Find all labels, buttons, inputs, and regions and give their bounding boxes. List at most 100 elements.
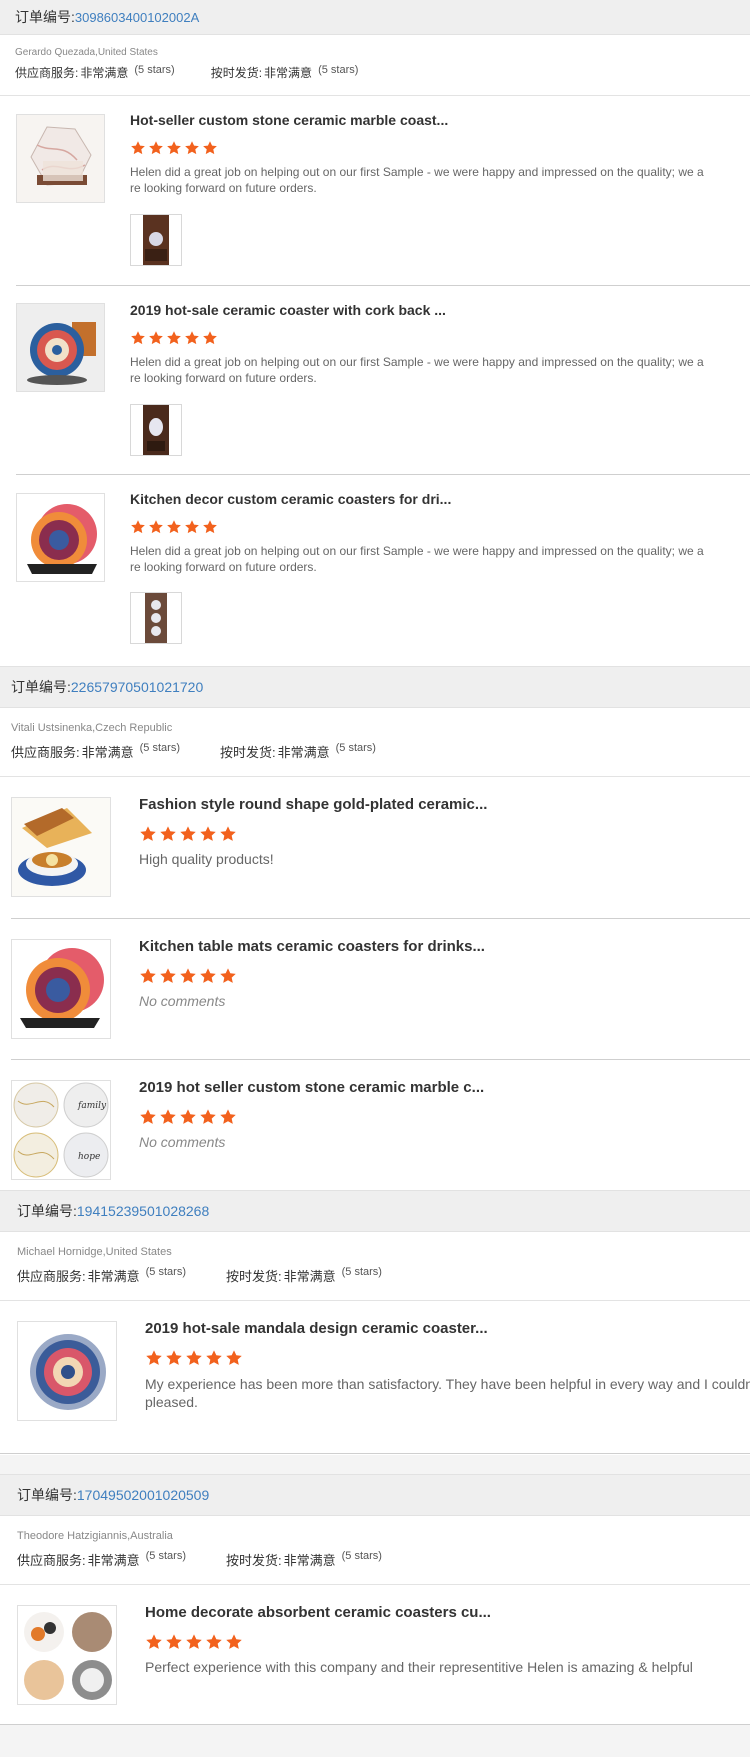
star-icon <box>131 331 145 345</box>
coaster-text: family <box>77 1101 107 1111</box>
star-icon <box>185 520 199 534</box>
order-block: 订单编号: 3098603400102002A Gerardo Quezada,… <box>0 0 750 665</box>
review-photo-image <box>131 215 181 265</box>
star-icon <box>180 826 196 841</box>
product-title-link[interactable]: 2019 hot seller custom stone ceramic mar… <box>139 1079 484 1096</box>
star-icon <box>167 520 181 534</box>
order-header: 订单编号: 3098603400102002A <box>0 0 750 35</box>
review-comment-line: re looking forward on future orders. <box>130 181 317 195</box>
review-comment: Helen did a great job on helping out on … <box>130 543 730 575</box>
star-icon <box>167 141 181 155</box>
star-icon <box>220 968 236 983</box>
supplier-service-stars: (5 stars) <box>134 64 175 76</box>
supplier-service-stars: (5 stars) <box>145 1266 186 1278</box>
star-icon <box>200 826 216 841</box>
review-photo-2[interactable] <box>130 404 182 456</box>
mandala-holder-thumb[interactable] <box>16 493 105 582</box>
review-comment-line: pleased. <box>145 1394 198 1410</box>
supplier-service-value: 非常满意 <box>80 66 129 80</box>
product-title-link[interactable]: 2019 hot-sale mandala design ceramic coa… <box>145 1320 488 1337</box>
review-item: 2019 hot-sale mandala design ceramic coa… <box>0 1301 750 1454</box>
product-title-link[interactable]: Home decorate absorbent ceramic coasters… <box>145 1604 491 1621</box>
star-icon <box>203 331 217 345</box>
review-comment: My experience has been more than satisfa… <box>145 1375 750 1411</box>
star-icon <box>131 141 145 155</box>
shipping-value: 非常满意 <box>283 1269 336 1284</box>
product-title-link[interactable]: 2019 hot-sale ceramic coaster with cork … <box>130 302 446 318</box>
product-title-link[interactable]: Kitchen table mats ceramic coasters for … <box>139 938 485 955</box>
order-block: 订单编号: 17049502001020509 Theodore Hatzigi… <box>0 1474 750 1757</box>
review-comment: High quality products! <box>139 851 274 867</box>
cat-coasters-image <box>18 1606 116 1704</box>
star-rating <box>130 330 220 346</box>
star-icon <box>226 1350 242 1365</box>
star-rating <box>139 967 239 985</box>
review-comment-line: Helen did a great job on helping out on … <box>130 544 704 558</box>
review-item: Hot-seller custom stone ceramic marble c… <box>0 96 750 286</box>
star-icon <box>220 826 236 841</box>
buyer-info: Gerardo Quezada,United States 供应商服务: 非常满… <box>15 44 735 81</box>
shipping-label: 按时发货: <box>210 66 263 80</box>
order-number-link[interactable]: 17049502001020509 <box>77 1487 209 1503</box>
mandala-coaster-thumb[interactable] <box>11 939 111 1039</box>
rating-summary: 供应商服务: 非常满意 (5 stars) 按时发货: 非常满意 (5 star… <box>15 64 735 81</box>
rating-summary: 供应商服务: 非常满意 (5 stars) 按时发货: 非常满意 (5 star… <box>17 1550 742 1569</box>
coaster-text: hope <box>78 1152 100 1162</box>
shipping-label: 按时发货: <box>225 1553 282 1568</box>
supplier-service-value: 非常满意 <box>87 1269 140 1284</box>
star-icon <box>185 141 199 155</box>
order-block: 订单编号: 19415239501028268 Michael Hornidge… <box>0 1190 750 1455</box>
buyer-name: Michael Hornidge,United States <box>17 1246 172 1258</box>
mandala-coaster-image <box>17 304 104 391</box>
shipping-value: 非常满意 <box>283 1553 336 1568</box>
star-icon <box>160 1109 176 1124</box>
star-icon <box>203 520 217 534</box>
buyer-name: Theodore Hatzigiannis,Australia <box>17 1530 173 1542</box>
star-icon <box>149 520 163 534</box>
review-item: Kitchen table mats ceramic coasters for … <box>0 919 750 1060</box>
supplier-service-value: 非常满意 <box>81 745 134 760</box>
mandala-holder-image <box>17 494 104 581</box>
review-comment-line: re looking forward on future orders. <box>130 371 317 385</box>
star-icon <box>180 1109 196 1124</box>
cat-coasters-thumb[interactable] <box>17 1605 117 1705</box>
order-number-label: 订单编号: <box>11 679 71 695</box>
review-comment: Helen did a great job on helping out on … <box>130 354 730 386</box>
supplier-service-stars: (5 stars) <box>139 742 180 754</box>
review-photo-image <box>131 593 181 643</box>
section-gap <box>0 1455 750 1475</box>
product-title-link[interactable]: Kitchen decor custom ceramic coasters fo… <box>130 491 451 507</box>
supplier-service-stars: (5 stars) <box>145 1550 186 1562</box>
buyer-name: Gerardo Quezada,United States <box>15 47 158 58</box>
star-icon <box>180 968 196 983</box>
review-photo-1[interactable] <box>130 214 182 266</box>
mandala-coaster-image <box>18 1322 116 1420</box>
shipping-stars: (5 stars) <box>318 64 359 76</box>
rating-summary: 供应商服务: 非常满意 (5 stars) 按时发货: 非常满意 (5 star… <box>17 1266 742 1285</box>
mandala-coaster-thumb[interactable] <box>17 1321 117 1421</box>
star-icon <box>131 520 145 534</box>
review-item: family hope 2019 hot seller custom stone… <box>0 1060 750 1190</box>
marble-coaster-thumb[interactable] <box>16 114 105 203</box>
review-comment-line: Helen did a great job on helping out on … <box>130 355 704 369</box>
order-number-link[interactable]: 3098603400102002A <box>75 10 199 25</box>
tea-coaster-thumb[interactable] <box>11 797 111 897</box>
review-photo-3[interactable] <box>130 592 182 644</box>
product-title-link[interactable]: Fashion style round shape gold-plated ce… <box>139 796 487 813</box>
review-item: Fashion style round shape gold-plated ce… <box>0 777 750 918</box>
mandala-coaster-thumb[interactable] <box>16 303 105 392</box>
order-number-link[interactable]: 19415239501028268 <box>77 1203 209 1219</box>
marble-coaster-set-thumb[interactable]: family hope <box>11 1080 111 1180</box>
buyer-info: Michael Hornidge,United States 供应商服务: 非常… <box>17 1243 742 1285</box>
review-comment: No comments <box>139 993 226 1009</box>
page-footer-gap <box>0 1725 750 1757</box>
star-icon <box>140 1109 156 1124</box>
star-icon <box>186 1350 202 1365</box>
order-number-link[interactable]: 22657970501021720 <box>71 679 203 695</box>
star-rating <box>145 1633 245 1651</box>
star-icon <box>200 1109 216 1124</box>
review-item: Kitchen decor custom ceramic coasters fo… <box>0 475 750 665</box>
product-title-link[interactable]: Hot-seller custom stone ceramic marble c… <box>130 112 448 128</box>
review-comment: No comments <box>139 1134 226 1150</box>
divider <box>0 1453 750 1454</box>
